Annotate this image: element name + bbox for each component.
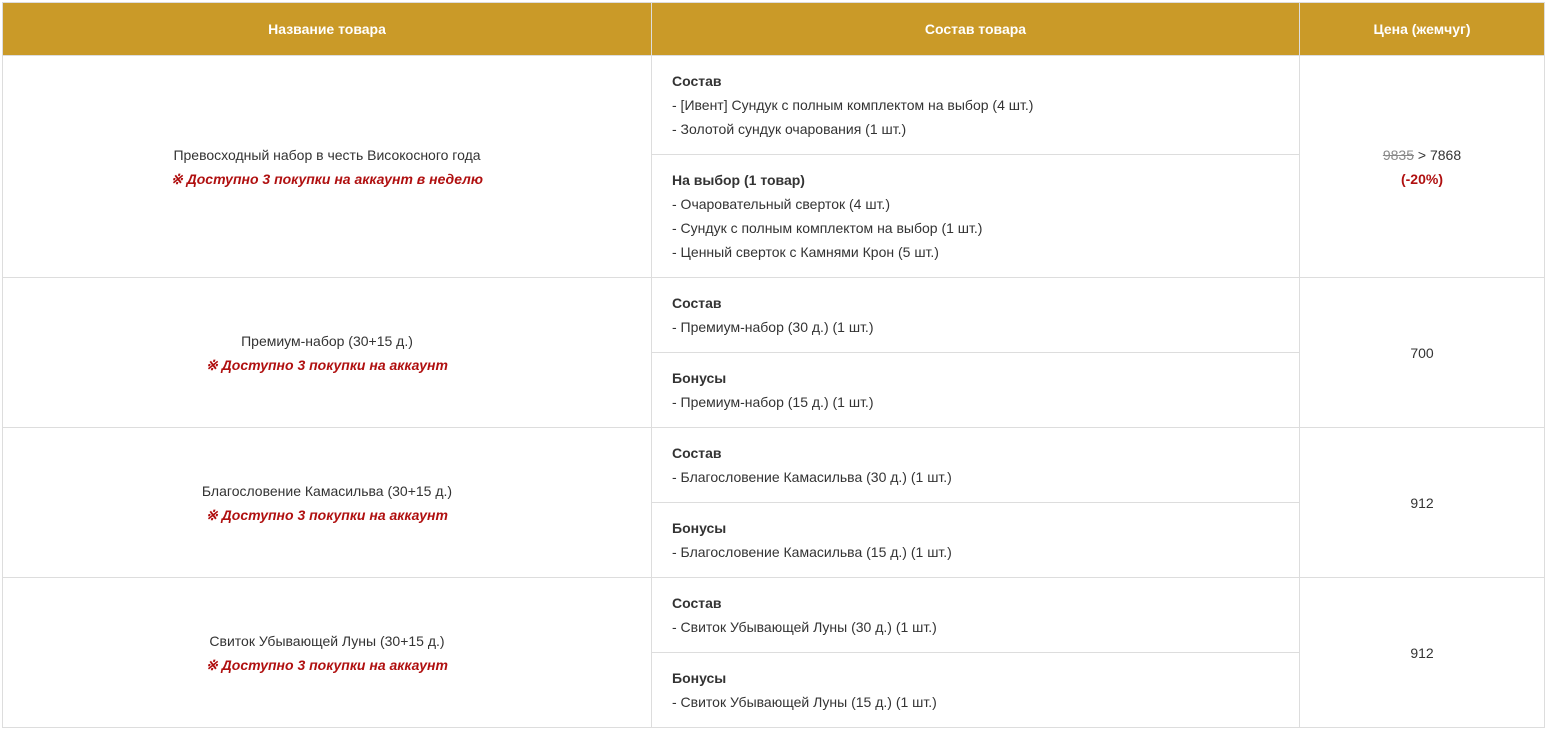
composition-cell: Состав - Свиток Убывающей Луны (30 д.) (1… [651, 577, 1300, 728]
composition-item: - Благословение Камасильва (30 д.) (1 шт… [672, 469, 952, 485]
composition-block: Бонусы - Благословение Камасильва (15 д.)… [652, 502, 1299, 577]
composition-item: - Свиток Убывающей Луны (30 д.) (1 шт.) [672, 619, 937, 635]
composition-cell: Состав - Благословение Камасильва (30 д.)… [651, 427, 1300, 578]
page: Название товара Состав товара Цена (жемч… [0, 0, 1546, 746]
composition-block-title: Состав [672, 73, 722, 89]
composition-item: - Ценный сверток с Камнями Крон (5 шт.) [672, 244, 939, 260]
current-price: 912 [1410, 494, 1434, 511]
composition-block: Состав - [Ивент] Сундук с полным комплект… [652, 56, 1299, 154]
product-name-cell: Превосходный набор в честь Високосного г… [2, 55, 652, 278]
composition-block: На выбор (1 товар) - Очаровательный сверт… [652, 154, 1299, 277]
composition-block-title: На выбор (1 товар) [672, 172, 805, 188]
price-line: 700 [1300, 341, 1544, 365]
table-row: Премиум-набор (30+15 д.) ※ Доступно 3 пок… [2, 277, 1545, 428]
composition-block: Состав - Свиток Убывающей Луны (30 д.) (1… [652, 578, 1299, 652]
product-name: Благословение Камасильва (30+15 д.) [201, 482, 453, 499]
product-name-cell: Благословение Камасильва (30+15 д.) ※ Дос… [2, 427, 652, 578]
composition-cell: Состав - Премиум-набор (30 д.) (1 шт.) Бон… [651, 277, 1300, 428]
table-body: Превосходный набор в честь Високосного г… [2, 55, 1545, 728]
composition-cell: Состав - [Ивент] Сундук с полным комплект… [651, 55, 1300, 278]
purchase-limit-note: ※ Доступно 3 покупки на аккаунт [206, 506, 448, 523]
header-composition: Состав товара [651, 2, 1300, 56]
product-name: Свиток Убывающей Луны (30+15 д.) [209, 632, 445, 649]
composition-item: - Свиток Убывающей Луны (15 д.) (1 шт.) [672, 694, 937, 710]
composition-item: - Премиум-набор (15 д.) (1 шт.) [672, 394, 874, 410]
product-name-cell: Свиток Убывающей Луны (30+15 д.) ※ Доступ… [2, 577, 652, 728]
composition-block: Состав - Премиум-набор (30 д.) (1 шт.) [652, 278, 1299, 352]
price-cell: 912 [1299, 427, 1545, 578]
purchase-limit-note: ※ Доступно 3 покупки на аккаунт [206, 656, 448, 673]
table-row: Свиток Убывающей Луны (30+15 д.) ※ Доступ… [2, 577, 1545, 728]
composition-block-title: Бонусы [672, 370, 727, 386]
price-separator: > [1414, 146, 1430, 163]
composition-block-title: Бонусы [672, 670, 727, 686]
composition-item: - Сундук с полным комплектом на выбор (1… [672, 220, 983, 236]
composition-block-title: Состав [672, 295, 722, 311]
composition-block-title: Состав [672, 445, 722, 461]
current-price: 700 [1410, 344, 1434, 361]
product-name-cell: Премиум-набор (30+15 д.) ※ Доступно 3 пок… [2, 277, 652, 428]
discount-badge: (-20%) [1400, 170, 1443, 187]
header-name: Название товара [2, 2, 652, 56]
product-name: Превосходный набор в честь Високосного г… [173, 146, 481, 163]
price-line: 912 [1300, 491, 1544, 515]
composition-block: Состав - Благословение Камасильва (30 д.)… [652, 428, 1299, 502]
header-price: Цена (жемчуг) [1299, 2, 1545, 56]
composition-block-title: Состав [672, 595, 722, 611]
price-cell: 700 [1299, 277, 1545, 428]
composition-item: - Золотой сундук очарования (1 шт.) [672, 121, 907, 137]
price-line: 912 [1300, 641, 1544, 665]
purchase-limit-note: ※ Доступно 3 покупки на аккаунт в неделю [171, 170, 483, 187]
composition-item: - Очаровательный сверток (4 шт.) [672, 196, 890, 212]
product-name: Премиум-набор (30+15 д.) [241, 332, 413, 349]
purchase-limit-note: ※ Доступно 3 покупки на аккаунт [206, 356, 448, 373]
composition-item: - [Ивент] Сундук с полным комплектом на … [672, 97, 1034, 113]
composition-block: Бонусы - Премиум-набор (15 д.) (1 шт.) [652, 352, 1299, 427]
price-cell: 9835 > 7868 (-20%) [1299, 55, 1545, 278]
table-header: Название товара Состав товара Цена (жемч… [2, 2, 1545, 56]
composition-block-title: Бонусы [672, 520, 727, 536]
price-cell: 912 [1299, 577, 1545, 728]
table-row: Превосходный набор в честь Високосного г… [2, 55, 1545, 278]
composition-item: - Благословение Камасильва (15 д.) (1 шт… [672, 544, 952, 560]
product-table: Название товара Состав товара Цена (жемч… [2, 2, 1545, 728]
composition-block: Бонусы - Свиток Убывающей Луны (15 д.) (1… [652, 652, 1299, 727]
current-price: 7868 [1429, 146, 1462, 163]
table-row: Благословение Камасильва (30+15 д.) ※ Дос… [2, 427, 1545, 578]
old-price: 9835 [1382, 146, 1415, 163]
price-line: 9835 > 7868 [1300, 143, 1544, 167]
current-price: 912 [1410, 644, 1434, 661]
composition-item: - Премиум-набор (30 д.) (1 шт.) [672, 319, 874, 335]
